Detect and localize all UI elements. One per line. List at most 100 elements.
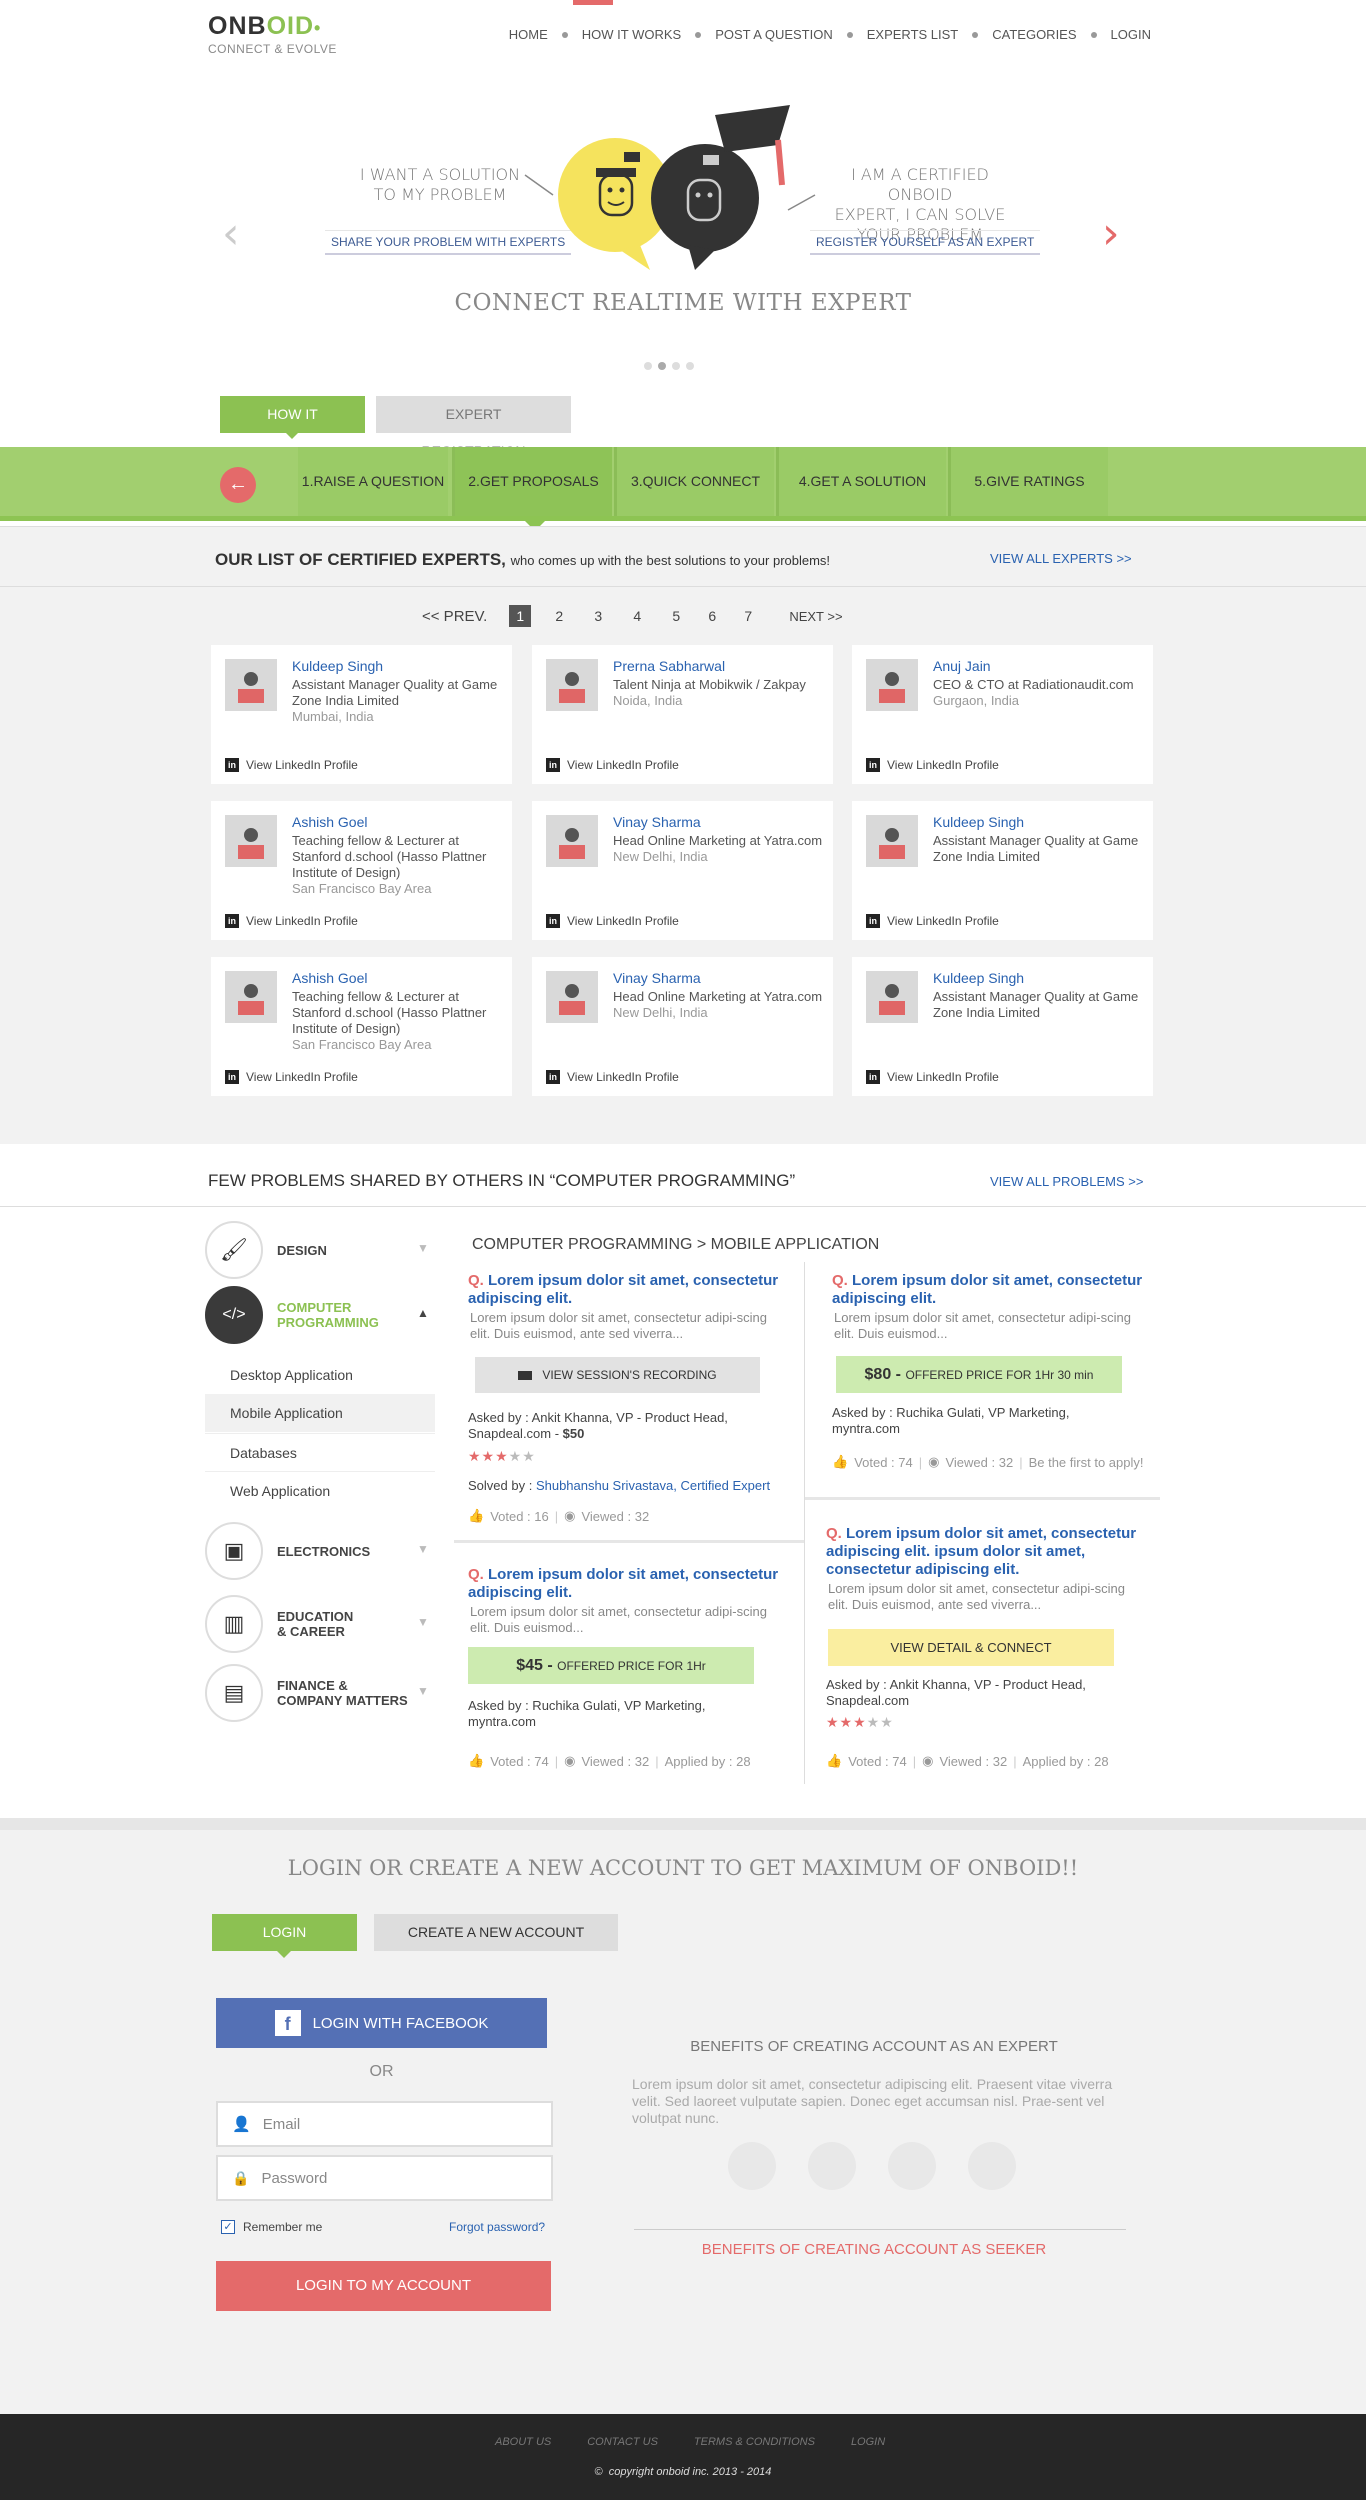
subcategory-mobile[interactable]: Mobile Application (205, 1394, 435, 1432)
login-submit-button[interactable]: LOGIN TO MY ACCOUNT (216, 2261, 551, 2311)
password-field[interactable]: 🔒 Password (216, 2155, 553, 2201)
nav-categories[interactable]: CATEGORIES (992, 27, 1076, 42)
footer-login-link[interactable]: LOGIN (851, 2436, 885, 2448)
expert-name[interactable]: Kuldeep Singh (292, 658, 383, 674)
expert-name[interactable]: Ashish Goel (292, 814, 367, 830)
nav-login[interactable]: LOGIN (1111, 27, 1151, 42)
category-computer-programming[interactable]: </> COMPUTER PROGRAMMING ▲ (205, 1286, 429, 1344)
slider-prev-arrow[interactable]: ‹ (222, 212, 240, 256)
remember-me-checkbox[interactable]: ✓ (221, 2220, 235, 2234)
category-education-line2: & CAREER (277, 1624, 345, 1639)
slider-dot-active[interactable] (658, 362, 666, 370)
linkedin-profile-link[interactable]: in View LinkedIn Profile (225, 914, 358, 928)
view-all-problems-link[interactable]: VIEW ALL PROBLEMS >> (990, 1174, 1143, 1189)
pager-page-6[interactable]: 6 (701, 608, 723, 624)
slider-next-arrow[interactable]: › (1102, 212, 1120, 256)
tab-how-it-works[interactable]: HOW IT WORKS (220, 396, 365, 459)
step-raise-question[interactable]: 1.RAISE A QUESTION (298, 447, 448, 516)
problem-2-price-button[interactable]: $80 - OFFERED PRICE FOR 1Hr 30 min (836, 1356, 1122, 1393)
slider-dot[interactable] (686, 362, 694, 370)
expert-card[interactable]: Ashish Goel Teaching fellow & Lecturer at… (211, 801, 512, 940)
pager-page-5[interactable]: 5 (665, 608, 687, 624)
category-design[interactable]: 🖌 DESIGN ▼ (205, 1221, 429, 1279)
problem-2-title[interactable]: Q. Lorem ipsum dolor sit amet, consectet… (832, 1272, 1152, 1308)
subcategory-desktop[interactable]: Desktop Application (205, 1356, 435, 1394)
category-electronics[interactable]: ▣ ELECTRONICS ▼ (205, 1522, 429, 1580)
linkedin-profile-link[interactable]: in View LinkedIn Profile (225, 1070, 358, 1084)
avatar (546, 659, 598, 711)
expert-name[interactable]: Kuldeep Singh (933, 970, 1024, 986)
question-marker: Q. (468, 1566, 484, 1583)
nav-home[interactable]: HOME (509, 27, 548, 42)
footer-about-link[interactable]: ABOUT US (495, 2436, 551, 2448)
pager-next[interactable]: NEXT >> (789, 609, 842, 624)
expert-card[interactable]: Anuj Jain CEO & CTO at Radiationaudit.com… (852, 645, 1153, 784)
step-quick-connect[interactable]: 3.QUICK CONNECT (614, 447, 774, 516)
step-get-solution[interactable]: 4.GET A SOLUTION (776, 447, 946, 516)
expert-card[interactable]: Vinay Sharma Head Online Marketing at Yat… (532, 957, 833, 1096)
thumbs-up-icon[interactable]: 👍 (832, 1454, 848, 1470)
linkedin-profile-link[interactable]: in View LinkedIn Profile (546, 914, 679, 928)
pager-page-4[interactable]: 4 (626, 608, 648, 624)
facebook-login-button[interactable]: f LOGIN WITH FACEBOOK (216, 1998, 547, 2048)
problem-3-price-button[interactable]: $45 - OFFERED PRICE FOR 1Hr (468, 1647, 754, 1684)
subcategory-web[interactable]: Web Application (205, 1471, 435, 1509)
problem-3-title[interactable]: Q. Lorem ipsum dolor sit amet, consectet… (468, 1566, 788, 1602)
forgot-password-link[interactable]: Forgot password? (449, 2220, 545, 2234)
tab-login[interactable]: LOGIN (212, 1914, 357, 1951)
step-get-proposals[interactable]: 2.GET PROPOSALS (452, 447, 612, 516)
pager-page-1[interactable]: 1 (509, 605, 532, 627)
nav-how-it-works[interactable]: HOW IT WORKS (582, 27, 681, 42)
linkedin-profile-link[interactable]: in View LinkedIn Profile (866, 914, 999, 928)
pager-page-3[interactable]: 3 (587, 608, 609, 624)
footer-contact-link[interactable]: CONTACT US (587, 2436, 658, 2448)
view-all-experts-link[interactable]: VIEW ALL EXPERTS >> (990, 551, 1132, 566)
benefits-seeker-link[interactable]: BENEFITS OF CREATING ACCOUNT AS SEEKER (634, 2241, 1114, 2258)
expert-card[interactable]: Vinay Sharma Head Online Marketing at Yat… (532, 801, 833, 940)
expert-card[interactable]: Ashish Goel Teaching fellow & Lecturer at… (211, 957, 512, 1096)
thumbs-up-icon[interactable]: 👍 (468, 1753, 484, 1769)
problem-1-title[interactable]: Q. Lorem ipsum dolor sit amet, consectet… (468, 1272, 788, 1308)
register-expert-link[interactable]: REGISTER YOURSELF AS AN EXPERT (810, 230, 1041, 255)
view-detail-connect-button[interactable]: VIEW DETAIL & CONNECT (828, 1629, 1114, 1666)
linkedin-profile-link[interactable]: in View LinkedIn Profile (866, 1070, 999, 1084)
expert-name[interactable]: Ashish Goel (292, 970, 367, 986)
expert-name[interactable]: Anuj Jain (933, 658, 991, 674)
tab-create-account[interactable]: CREATE A NEW ACCOUNT (374, 1914, 618, 1951)
expert-name[interactable]: Kuldeep Singh (933, 814, 1024, 830)
slider-dot[interactable] (672, 362, 680, 370)
subcategory-databases[interactable]: Databases (205, 1433, 435, 1471)
thumbs-up-icon[interactable]: 👍 (826, 1753, 842, 1769)
expert-name[interactable]: Prerna Sabharwal (613, 658, 725, 674)
nav-experts-list[interactable]: EXPERTS LIST (867, 27, 959, 42)
footer-terms-link[interactable]: TERMS & CONDITIONS (694, 2436, 815, 2448)
steps-back-arrow-icon[interactable]: ← (220, 467, 256, 503)
category-education[interactable]: ▥ EDUCATION & CAREER ▼ (205, 1595, 429, 1653)
category-finance[interactable]: ▤ FINANCE & COMPANY MATTERS ▼ (205, 1664, 429, 1722)
tab-expert-registration[interactable]: EXPERT REGISTRATION (376, 396, 571, 459)
problem-4-title[interactable]: Q. Lorem ipsum dolor sit amet, consectet… (826, 1525, 1146, 1579)
pager-page-7[interactable]: 7 (737, 608, 759, 624)
linkedin-profile-link[interactable]: in View LinkedIn Profile (225, 758, 358, 772)
linkedin-profile-link[interactable]: in View LinkedIn Profile (546, 758, 679, 772)
pager-prev[interactable]: << PREV. (422, 608, 487, 625)
expert-name[interactable]: Vinay Sharma (613, 814, 701, 830)
expert-card[interactable]: Prerna Sabharwal Talent Ninja at Mobikwik… (532, 645, 833, 784)
linkedin-profile-link[interactable]: in View LinkedIn Profile (866, 758, 999, 772)
problem-1-amount: $50 (562, 1426, 585, 1441)
email-field[interactable]: 👤 Email (216, 2101, 553, 2147)
linkedin-profile-link[interactable]: in View LinkedIn Profile (546, 1070, 679, 1084)
slider-dot[interactable] (644, 362, 652, 370)
expert-card[interactable]: Kuldeep Singh Assistant Manager Quality a… (852, 801, 1153, 940)
expert-card[interactable]: Kuldeep Singh Assistant Manager Quality a… (211, 645, 512, 784)
pager-page-2[interactable]: 2 (548, 608, 570, 624)
problem-1-solver-link[interactable]: Shubhanshu Srivastava, Certified Expert (536, 1478, 770, 1493)
view-recording-button[interactable]: VIEW SESSION'S RECORDING (475, 1357, 760, 1393)
thumbs-up-icon[interactable]: 👍 (468, 1508, 484, 1524)
logo[interactable]: ONBOID• CONNECT & EVOLVE (208, 12, 337, 56)
nav-post-question[interactable]: POST A QUESTION (715, 27, 833, 42)
expert-name[interactable]: Vinay Sharma (613, 970, 701, 986)
problem-4-meta: 👍 Voted : 74 | ◉ Viewed : 32 | Applied by : … (826, 1753, 1109, 1769)
expert-card[interactable]: Kuldeep Singh Assistant Manager Quality a… (852, 957, 1153, 1096)
step-give-ratings[interactable]: 5.GIVE RATINGS (948, 447, 1108, 516)
